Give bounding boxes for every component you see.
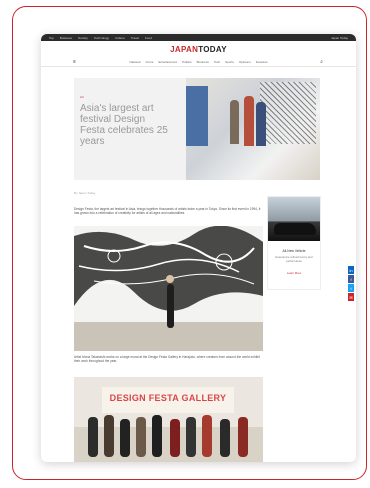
logo-part-1: JAPAN (170, 45, 199, 54)
ad-cta-link[interactable]: Learn More (268, 271, 320, 275)
topbar-link[interactable]: Society (78, 36, 88, 40)
nav-item[interactable]: Entertainment (158, 60, 177, 64)
topbar-link[interactable]: Food (145, 36, 152, 40)
main-nav: ≡ National Crime Entertainment Politics … (41, 58, 356, 67)
hamburger-menu-icon[interactable]: ≡ (73, 59, 76, 65)
image-caption: Artist Mona Takahashi works on a large m… (74, 355, 260, 364)
nav-item[interactable]: National (129, 60, 140, 64)
car-shape (274, 223, 316, 235)
topbar-link[interactable]: Top (49, 36, 54, 40)
top-bar: Top Business Society Technology Culture … (41, 34, 356, 41)
tablet-screen: Top Business Society Technology Culture … (41, 34, 356, 462)
email-icon[interactable]: ✉ (348, 293, 354, 301)
hero-category-tag[interactable]: Art (80, 95, 172, 99)
logo-row: JAPANTODAY (41, 41, 356, 58)
site-logo[interactable]: JAPANTODAY (170, 45, 227, 54)
topbar-link[interactable]: Travel (131, 36, 139, 40)
article-image-mural[interactable] (74, 226, 263, 351)
article-intro: Design Festa, the largest art festival i… (74, 207, 261, 216)
nav-item[interactable]: Politics (182, 60, 192, 64)
person-figure (230, 100, 239, 144)
nav-item[interactable]: Crime (145, 60, 153, 64)
mural-illustration (74, 226, 263, 351)
person-figure (244, 96, 254, 146)
ad-subtitle: Experience refined luxury and performanc… (275, 255, 313, 263)
ad-car-image (268, 197, 320, 241)
article-byline: By Japan Today (74, 191, 96, 195)
nav-item[interactable]: Features (256, 60, 268, 64)
ad-title: All-New Vehicle (282, 249, 306, 253)
gallery-photo (74, 377, 263, 462)
twitter-icon[interactable]: t (348, 284, 354, 292)
nav-item[interactable]: Sports (225, 60, 234, 64)
search-icon[interactable]: ⌕ (320, 59, 323, 65)
artwork-wall (260, 82, 316, 144)
topbar-link[interactable]: Technology (94, 36, 109, 40)
nav-item[interactable]: Tech (214, 60, 220, 64)
logo-part-2: TODAY (198, 45, 227, 54)
linkedin-icon[interactable]: in (348, 266, 354, 274)
hero-image[interactable] (186, 78, 320, 180)
topbar-link[interactable]: Culture (115, 36, 125, 40)
facebook-icon[interactable]: f (348, 275, 354, 283)
topbar-right-text[interactable]: Japan Today (331, 36, 348, 40)
topbar-link[interactable]: Business (60, 36, 72, 40)
article-image-gallery[interactable]: DESIGN FESTA GALLERY (74, 377, 263, 462)
gallery-sign: DESIGN FESTA GALLERY (109, 393, 227, 403)
person-figure (256, 102, 266, 146)
sidebar-ad[interactable]: All-New Vehicle Experience refined luxur… (267, 196, 321, 290)
hero-title[interactable]: Asia's largest art festival Design Festa… (80, 103, 172, 147)
artwork-panel (186, 86, 208, 146)
share-bar: in f t ✉ (348, 266, 354, 302)
hero-text: Art Asia's largest art festival Design F… (80, 95, 172, 147)
nav-item[interactable]: Opinions (239, 60, 251, 64)
nav-item[interactable]: Business (197, 60, 209, 64)
hero-banner[interactable]: Art Asia's largest art festival Design F… (74, 78, 320, 180)
